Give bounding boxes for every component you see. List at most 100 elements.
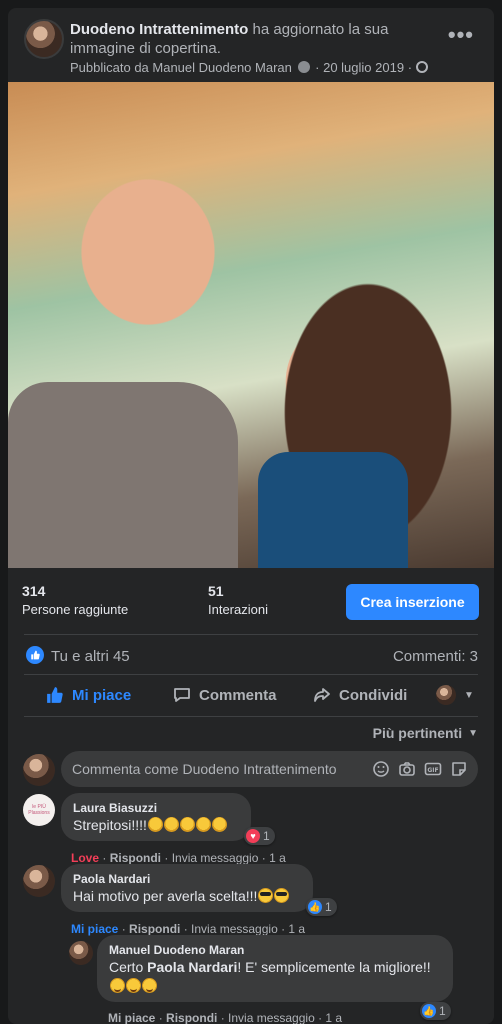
share-icon	[314, 688, 330, 702]
divider	[24, 716, 478, 717]
reaction-count: 1	[325, 900, 332, 914]
comment-item: Paola Nardari Hai motivo per averla scel…	[8, 864, 494, 936]
love-reaction-link[interactable]: Love	[71, 851, 99, 865]
like-link[interactable]: Mi piace	[71, 922, 118, 936]
selector-avatar	[436, 685, 456, 705]
globe-icon	[415, 61, 428, 73]
gif-icon[interactable]: GIF	[424, 760, 442, 778]
reaction-count: 1	[263, 829, 270, 843]
comment-label: Commenta	[199, 686, 277, 704]
comment-reaction-badge[interactable]: 👍 1	[420, 1002, 451, 1020]
post-as-selector[interactable]: ▼	[436, 684, 474, 706]
comment-time[interactable]: 1 a	[325, 1011, 342, 1024]
post-date[interactable]: 20 luglio 2019	[323, 60, 404, 75]
create-ad-button[interactable]: Crea inserzione	[346, 584, 479, 620]
mention-link[interactable]: Paola Nardari	[147, 959, 237, 975]
reactions-summary[interactable]: Tu e altri 45	[51, 648, 130, 665]
reaction-count: 1	[439, 1004, 446, 1018]
comment-text-body: Hai motivo per averla scelta!!!	[73, 888, 258, 904]
like-button[interactable]: Mi piace	[46, 684, 131, 706]
action-bar: Mi piace Commenta Condividi ▼	[8, 676, 494, 716]
reactions-bar: Tu e altri 45 Commenti: 3	[8, 636, 494, 676]
comment-icon	[174, 688, 190, 702]
comment-text-body: ! E' semplicemente la migliore!!	[237, 959, 431, 975]
replier-avatar[interactable]	[69, 941, 93, 965]
divider	[24, 674, 478, 675]
thumbs-up-icon: 👍	[308, 900, 322, 914]
clapping-hands-emoji-icon	[147, 817, 163, 832]
reach-label: Persone raggiunte	[22, 602, 129, 617]
cover-photo[interactable]	[8, 82, 494, 568]
share-label: Condividi	[339, 686, 408, 704]
commenter-name[interactable]: Paola Nardari	[73, 871, 301, 887]
clapping-hands-emoji-icon	[179, 817, 195, 832]
post-card: Duodeno Intrattenimento ha aggiornato la…	[8, 8, 494, 1024]
cool-face-emoji-icon	[274, 888, 290, 903]
composer-avatar	[23, 754, 55, 786]
send-message-link[interactable]: Invia messaggio	[191, 922, 278, 936]
commenter-name[interactable]: Manuel Duodeno Maran	[109, 942, 441, 958]
chevron-down-icon: ▼	[468, 727, 478, 739]
share-button[interactable]: Condividi	[313, 684, 407, 706]
smiling-face-emoji-icon	[126, 978, 141, 993]
comment-placeholder: Commenta come Duodeno Intrattenimento	[72, 761, 337, 777]
post-header: Duodeno Intrattenimento ha aggiornato la…	[8, 8, 494, 82]
comment-text-body: Certo	[109, 959, 148, 975]
reply-link[interactable]: Rispondi	[129, 922, 180, 936]
like-reaction-icon	[26, 646, 44, 664]
sticker-icon[interactable]	[450, 760, 468, 778]
thumbs-up-icon	[47, 687, 63, 703]
comment-bubble: Paola Nardari Hai motivo per averla scel…	[61, 864, 313, 912]
divider	[24, 634, 478, 635]
comment-input[interactable]: Commenta come Duodeno Intrattenimento GI…	[61, 751, 478, 787]
commenter-avatar[interactable]	[23, 865, 55, 897]
interactions-value: 51	[208, 583, 224, 599]
comment-text: Certo Paola Nardari! E' semplicemente la…	[109, 958, 441, 996]
page-avatar[interactable]	[24, 19, 64, 59]
reply-link[interactable]: Rispondi	[110, 851, 161, 865]
more-options-icon[interactable]: •••	[448, 22, 474, 48]
clapping-hands-emoji-icon	[211, 817, 227, 832]
chevron-down-icon: ▼	[464, 689, 474, 701]
clapping-hands-emoji-icon	[195, 817, 211, 832]
send-message-link[interactable]: Invia messaggio	[228, 1011, 315, 1024]
comment-bubble: Laura Biasuzzi Strepitosi!!!!	[61, 793, 251, 841]
smiling-face-emoji-icon	[110, 978, 125, 993]
post-title: Duodeno Intrattenimento ha aggiornato la…	[70, 20, 410, 58]
comment-time[interactable]: 1 a	[269, 851, 286, 865]
like-link[interactable]: Mi piace	[108, 1011, 155, 1024]
thumbs-up-icon: 👍	[422, 1004, 436, 1018]
cool-face-emoji-icon	[258, 888, 274, 903]
comment-meta: Mi piace · Rispondi · Invia messaggio · …	[71, 922, 306, 936]
info-icon	[297, 61, 310, 73]
like-label: Mi piace	[72, 686, 132, 704]
clapping-hands-emoji-icon	[163, 817, 179, 832]
interactions-label: Interazioni	[208, 602, 268, 617]
post-insights: 314 Persone raggiunte 51 Interazioni Cre…	[8, 568, 494, 636]
send-message-link[interactable]: Invia messaggio	[172, 851, 259, 865]
comments-count[interactable]: Commenti: 3	[393, 648, 478, 665]
comment-text: Hai motivo per averla scelta!!!	[73, 887, 301, 906]
author-link[interactable]: Duodeno Intrattenimento	[70, 21, 248, 38]
comment-meta: Love · Rispondi · Invia messaggio · 1 a	[71, 851, 286, 865]
camera-icon[interactable]	[398, 760, 416, 778]
comment-time[interactable]: 1 a	[288, 922, 305, 936]
comment-button[interactable]: Commenta	[173, 684, 277, 706]
commenter-avatar[interactable]	[23, 794, 55, 826]
reply-item: Manuel Duodeno Maran Certo Paola Nardari…	[8, 935, 494, 1024]
photo-person-shirt	[8, 382, 238, 568]
published-by: Pubblicato da Manuel Duodeno Maran	[70, 60, 292, 75]
comment-reaction-badge[interactable]: ♥ 1	[244, 827, 275, 845]
comment-item: Laura Biasuzzi Strepitosi!!!! ♥ 1 Love ·…	[8, 793, 494, 865]
emoji-icon[interactable]	[372, 760, 390, 778]
comment-text-body: Strepitosi!!!!	[73, 817, 147, 833]
commenter-name[interactable]: Laura Biasuzzi	[73, 800, 239, 816]
comment-reaction-badge[interactable]: 👍 1	[306, 898, 337, 916]
sort-label: Più pertinenti	[372, 725, 463, 741]
svg-text:GIF: GIF	[427, 767, 438, 774]
comment-bubble: Manuel Duodeno Maran Certo Paola Nardari…	[97, 935, 453, 1002]
comment-sort-dropdown[interactable]: Più pertinenti ▼	[373, 725, 478, 741]
comment-meta: Mi piace · Rispondi · Invia messaggio · …	[108, 1011, 343, 1024]
reply-link[interactable]: Rispondi	[166, 1011, 217, 1024]
comment-composer: Commenta come Duodeno Intrattenimento GI…	[8, 751, 494, 791]
